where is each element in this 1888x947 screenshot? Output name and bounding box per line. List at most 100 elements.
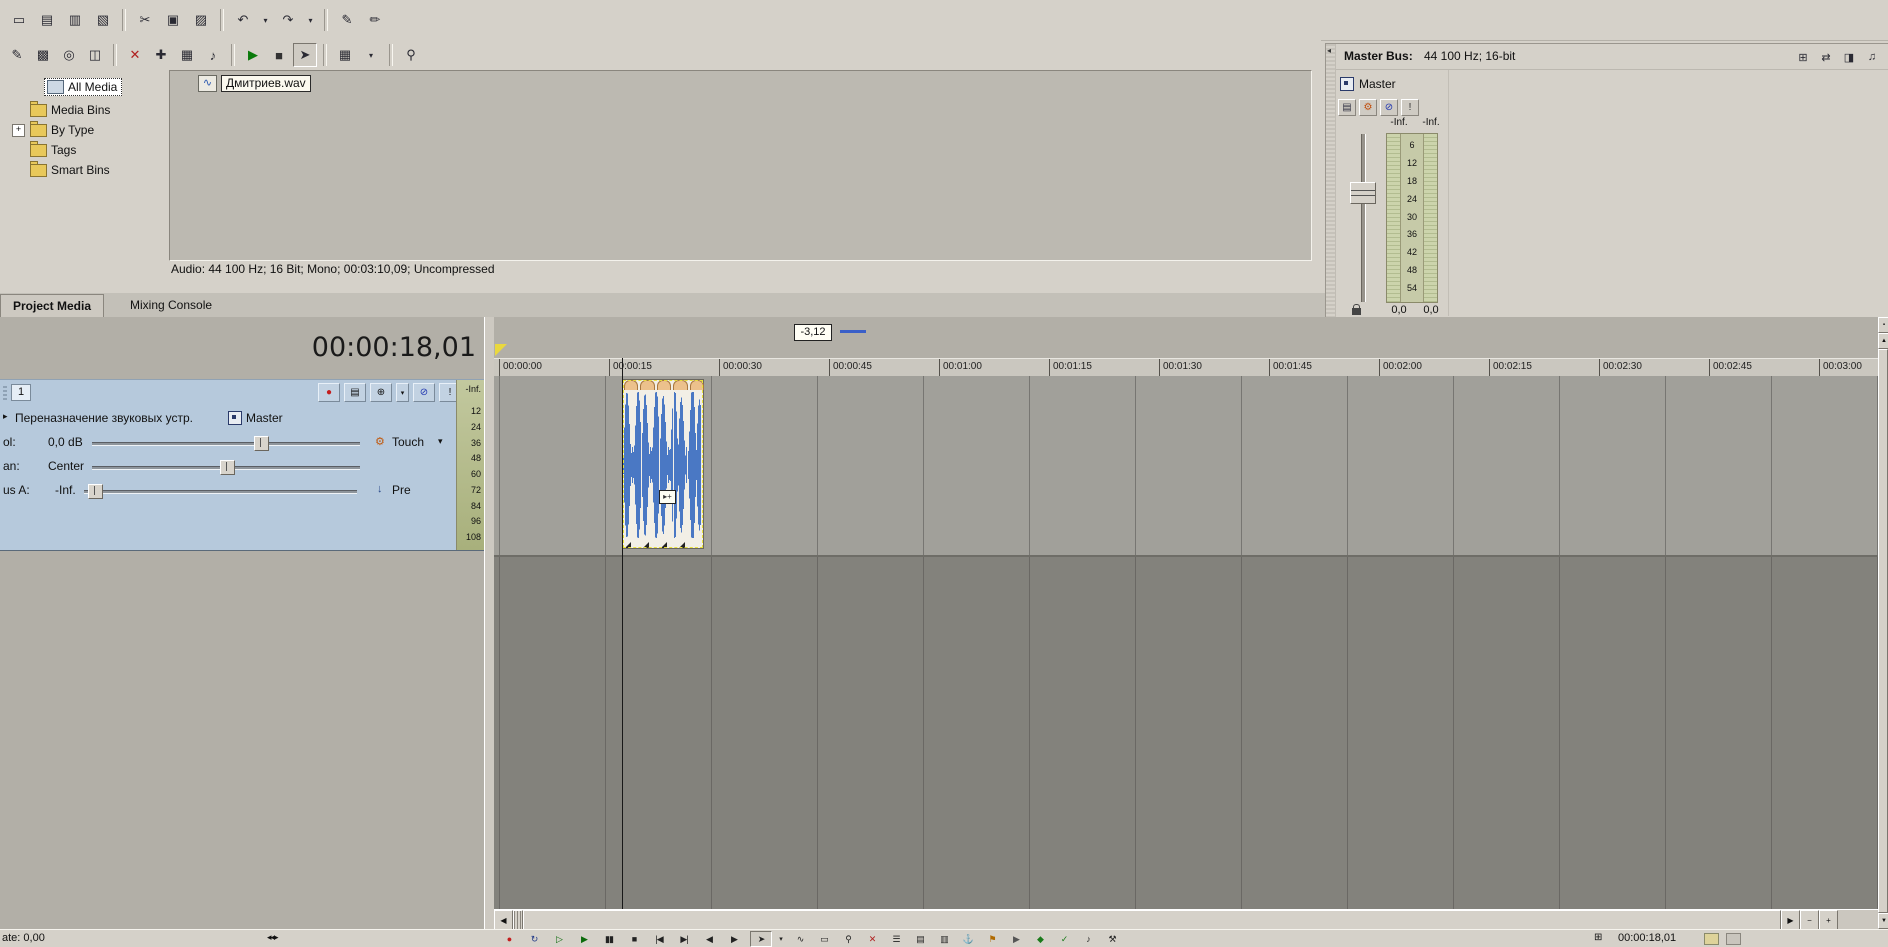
pan-value[interactable]: Center bbox=[48, 459, 84, 473]
bus-send-slider[interactable] bbox=[84, 490, 357, 494]
project-properties-button[interactable]: ▧ bbox=[90, 8, 116, 32]
play-button[interactable]: ▶ bbox=[573, 931, 595, 947]
prev-frame-button[interactable]: ◀ bbox=[698, 931, 720, 947]
media-file-label[interactable]: Дмитриев.wav bbox=[221, 75, 311, 92]
solo-button[interactable]: ! bbox=[1401, 99, 1419, 116]
scroll-right-button[interactable]: ▶ bbox=[1781, 910, 1800, 930]
loop-playback-button[interactable]: ↻ bbox=[523, 931, 545, 947]
audio-indicator-icon[interactable] bbox=[1704, 933, 1719, 945]
bus-send-value[interactable]: -Inf. bbox=[55, 483, 76, 497]
pause-button[interactable]: ▮▮ bbox=[598, 931, 620, 947]
device-expander-icon[interactable]: ▸ bbox=[3, 411, 8, 422]
bus-fx-button[interactable]: ⚙ bbox=[1359, 99, 1377, 116]
timeline-area[interactable]: -3,12 00:00:00 00:00:15 00:00:30 00:00:45 00… bbox=[494, 317, 1883, 930]
tab-project-media[interactable]: Project Media bbox=[0, 294, 105, 317]
bus-send-slider-handle[interactable] bbox=[88, 484, 103, 499]
pan-slider-handle[interactable] bbox=[220, 460, 235, 475]
media-properties-button[interactable]: ✚ bbox=[149, 43, 173, 67]
horizontal-scrollbar[interactable]: ◀ ▶ − + bbox=[494, 909, 1878, 930]
scroll-down-button[interactable]: ▼ bbox=[1878, 913, 1888, 929]
midi-indicator-icon[interactable] bbox=[1726, 933, 1741, 945]
track-meter[interactable]: -Inf. 12 24 36 48 60 72 84 96 108 bbox=[456, 380, 484, 550]
panel-grip[interactable]: ◂ bbox=[1326, 44, 1336, 318]
vertical-scroll-thumb[interactable] bbox=[1878, 349, 1888, 913]
metronome-button[interactable]: ♪ bbox=[1077, 931, 1099, 947]
insert-fx-button[interactable]: ⊕ bbox=[370, 383, 392, 402]
edit-cursor[interactable] bbox=[622, 358, 623, 909]
scroll-up-button[interactable]: ▲ bbox=[1878, 333, 1888, 349]
sidebar-item-all-media[interactable]: All Media bbox=[44, 78, 123, 96]
sidebar-item-tags[interactable]: Tags bbox=[30, 140, 76, 159]
device-reroute-label[interactable]: Переназначение звуковых устр. bbox=[15, 411, 193, 425]
scrollbar-splitter[interactable] bbox=[513, 910, 523, 930]
sidebar-item-smart-bins[interactable]: Smart Bins bbox=[30, 160, 110, 179]
go-to-start-button[interactable]: |◀ bbox=[648, 931, 670, 947]
mute-button[interactable]: ⊘ bbox=[413, 383, 435, 402]
delete-button[interactable]: ✕ bbox=[861, 931, 883, 947]
track-grip[interactable] bbox=[3, 386, 7, 401]
volume-value[interactable]: 0,0 dB bbox=[48, 435, 83, 449]
rate-spinner[interactable]: ◂◂▸ bbox=[267, 932, 279, 943]
timeline-options-button[interactable]: ▪ bbox=[1878, 317, 1888, 333]
snap-settings-icon[interactable]: ⊞ bbox=[1594, 932, 1602, 943]
envelope-tool-button[interactable]: ∿ bbox=[789, 931, 811, 947]
paste-button[interactable]: ▨ bbox=[188, 8, 214, 32]
event-fade-handle[interactable] bbox=[624, 380, 639, 390]
cursor-position-display[interactable]: 00:00:18,01 bbox=[0, 332, 476, 363]
downmix-output-button[interactable]: ♫ bbox=[1862, 47, 1882, 67]
import-media-button[interactable]: ✎ bbox=[5, 43, 29, 67]
tab-mixing-console[interactable]: Mixing Console bbox=[118, 294, 224, 316]
views-button[interactable]: ▦ bbox=[333, 43, 357, 67]
selection-tool-button[interactable]: ▭ bbox=[813, 931, 835, 947]
mixer-view-button[interactable]: ◨ bbox=[1839, 47, 1859, 67]
output-bus-icon[interactable] bbox=[228, 411, 242, 425]
open-project-button[interactable]: ▤ bbox=[34, 8, 60, 32]
preview-play-button[interactable]: ▶ bbox=[241, 43, 265, 67]
capture-video-button[interactable]: ▩ bbox=[31, 43, 55, 67]
insert-fx-dropdown[interactable]: ▾ bbox=[396, 383, 409, 402]
pre-fader-label[interactable]: Pre bbox=[392, 483, 411, 497]
auto-ripple-button[interactable]: ▶ bbox=[1005, 931, 1027, 947]
routing-icon[interactable]: ▤ bbox=[1338, 99, 1356, 116]
automation-dropdown-icon[interactable]: ▾ bbox=[438, 436, 443, 447]
automation-gear-icon[interactable]: ⚙ bbox=[375, 435, 385, 448]
track-meter-button[interactable]: ▤ bbox=[344, 383, 366, 402]
time-ruler[interactable]: 00:00:00 00:00:15 00:00:30 00:00:45 00:01:00… bbox=[494, 358, 1883, 378]
stop-button[interactable]: ■ bbox=[623, 931, 645, 947]
all-media-selected-box[interactable]: All Media bbox=[44, 78, 123, 96]
ignore-grouping-button[interactable]: ⚑ bbox=[981, 931, 1003, 947]
arm-record-button[interactable]: ● bbox=[318, 383, 340, 402]
envelope-edit-button[interactable]: ◆ bbox=[1029, 931, 1051, 947]
redo-dropdown[interactable]: ▾ bbox=[303, 8, 318, 32]
audio-track-lane[interactable]: ▸+ bbox=[494, 376, 1878, 557]
undo-dropdown[interactable]: ▾ bbox=[258, 8, 273, 32]
volume-slider-handle[interactable] bbox=[254, 436, 269, 451]
event-fade-handle[interactable] bbox=[673, 380, 688, 390]
audio-event[interactable]: ▸+ bbox=[622, 379, 705, 549]
horizontal-scroll-thumb[interactable] bbox=[523, 910, 1781, 930]
marker-bar[interactable]: -3,12 bbox=[494, 317, 1878, 358]
views-dropdown[interactable]: ▾ bbox=[359, 43, 383, 67]
normal-edit-tool-button[interactable]: ✎ bbox=[334, 8, 360, 32]
zoom-tool-button[interactable]: ⚲ bbox=[837, 931, 859, 947]
timeline-empty-area[interactable] bbox=[494, 557, 1878, 909]
loop-region-bar[interactable] bbox=[840, 330, 866, 333]
zoom-in-button[interactable]: + bbox=[1819, 910, 1838, 930]
audio-track-header[interactable]: 1 ● ▤ ⊕ ▾ ⊘! ▸ Переназначение звуковых устр.… bbox=[0, 379, 484, 551]
trim-button[interactable]: ☰ bbox=[885, 931, 907, 947]
pre-fader-icon[interactable]: ↓ bbox=[377, 483, 383, 495]
media-bin-button[interactable]: ♪ bbox=[201, 43, 225, 67]
next-frame-button[interactable]: ▶ bbox=[723, 931, 745, 947]
search-media-button[interactable]: ⚲ bbox=[399, 43, 423, 67]
group-button[interactable]: ▥ bbox=[933, 931, 955, 947]
play-from-start-button[interactable]: ▷ bbox=[548, 931, 570, 947]
collapse-panel-icon[interactable]: ◂ bbox=[1327, 46, 1331, 55]
get-media-web-button[interactable]: ◫ bbox=[83, 43, 107, 67]
expand-icon[interactable]: + bbox=[12, 124, 25, 137]
cut-button[interactable]: ✂ bbox=[132, 8, 158, 32]
redo-button[interactable]: ↷ bbox=[275, 8, 301, 32]
copy-button[interactable]: ▣ bbox=[160, 8, 186, 32]
vertical-scrollbar[interactable]: ▪ ▲ ▼ bbox=[1878, 317, 1888, 929]
rate-readout[interactable]: ate: 0,00 bbox=[2, 932, 45, 944]
scroll-left-button[interactable]: ◀ bbox=[494, 910, 513, 930]
